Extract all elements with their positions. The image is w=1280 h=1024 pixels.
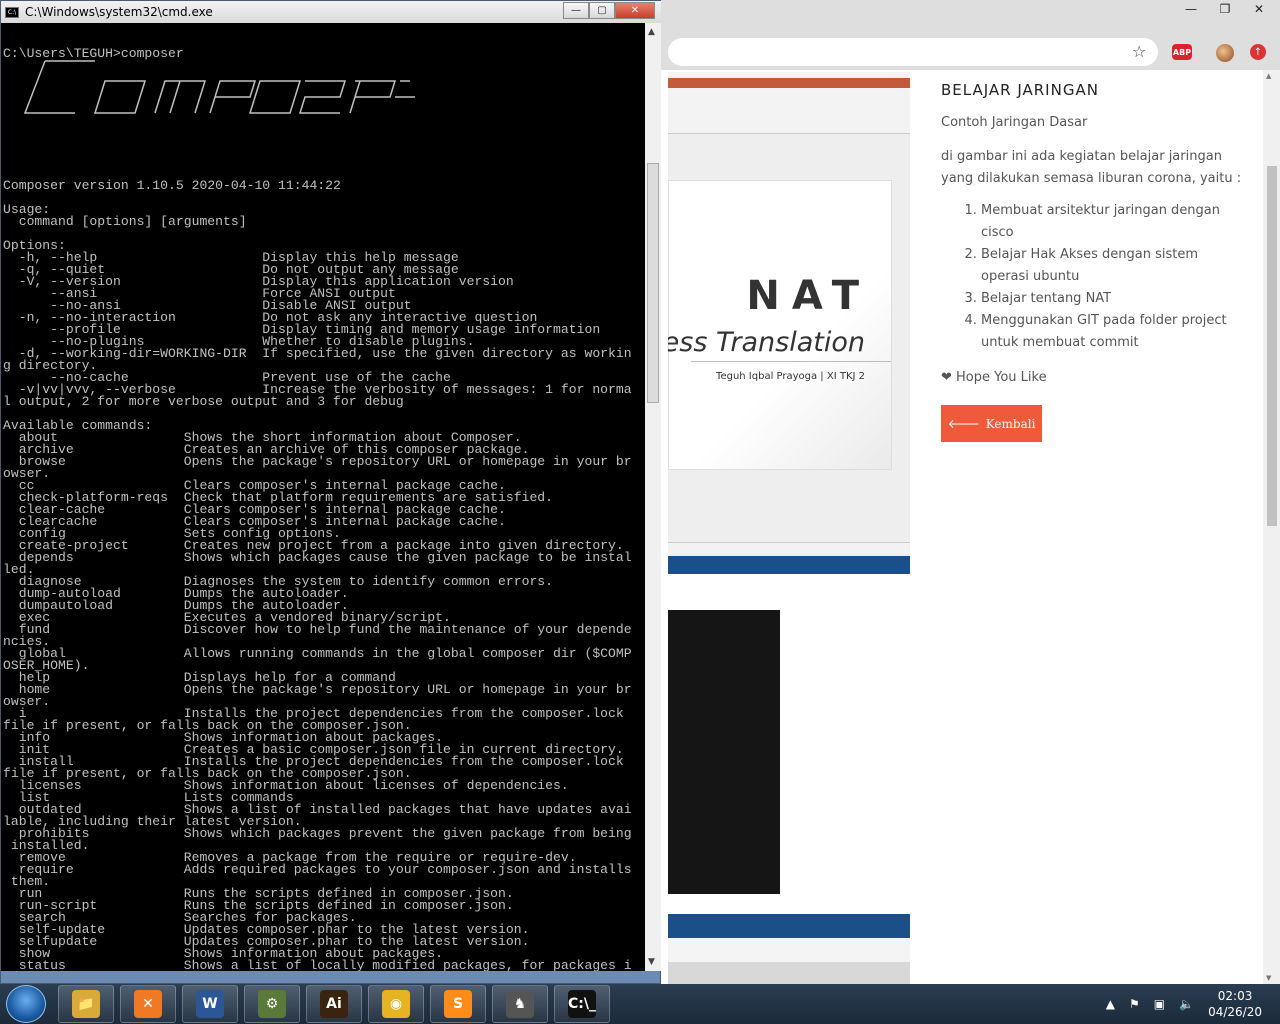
list-item: Belajar Hak Akses dengan sistem operasi …: [981, 244, 1246, 288]
scroll-thumb[interactable]: [1267, 166, 1277, 526]
scroll-thumb[interactable]: [647, 163, 659, 403]
network-icon[interactable]: ▣: [1154, 997, 1165, 1011]
post-title: BELAJAR JARINGAN: [941, 81, 1099, 99]
console-line: l output, 2 for more verbose output and …: [3, 394, 404, 409]
console-output: C:\Users\TEGUH>composer Composer version…: [3, 24, 632, 971]
taskbar-chrome[interactable]: ◉: [368, 985, 424, 1023]
slide-divider: [691, 361, 891, 362]
back-button[interactable]: 🡐 Kembali: [941, 405, 1042, 442]
console-line: command [options] [arguments]: [3, 214, 247, 229]
console-line: Composer version 1.10.5 2020-04-10 11:44…: [3, 178, 341, 193]
ppt-ribbon: [668, 72, 910, 134]
chess-icon: ♞: [506, 990, 534, 1018]
post-subtitle: Contoh Jaringan Dasar: [941, 115, 1088, 130]
hope-text: ❤ Hope You Like: [941, 370, 1047, 385]
maximize-button[interactable]: ❐: [1208, 0, 1242, 18]
minimize-button[interactable]: —: [1174, 0, 1208, 18]
console-line: browse Opens the package's repository UR…: [3, 454, 632, 469]
minimize-button[interactable]: —: [563, 2, 589, 19]
networking-tool-icon: ⚙: [258, 990, 286, 1018]
action-center-icon[interactable]: ⚑: [1129, 997, 1140, 1011]
close-button[interactable]: ✕: [1242, 0, 1276, 18]
console-line: -d, --working-dir=WORKING-DIR If specifi…: [3, 346, 632, 361]
ppt-bottom-taskbar: [668, 914, 910, 938]
file-explorer-icon: 📁: [72, 990, 100, 1018]
cmd-scrollbar[interactable]: ▲ ▼: [645, 23, 661, 971]
clock-time: 02:03: [1217, 989, 1253, 1003]
profile-avatar-icon[interactable]: [1216, 44, 1234, 62]
word-icon: W: [196, 990, 224, 1018]
scroll-up-icon[interactable]: ▲: [1266, 72, 1271, 80]
browser-window-controls: — ❐ ✕: [1174, 0, 1276, 18]
taskbar-file-explorer[interactable]: 📁: [58, 985, 114, 1023]
system-tray: ▲ ⚑ ▣ 🔈 02:03 04/26/20: [1106, 984, 1280, 1024]
update-icon[interactable]: ↑: [1250, 44, 1266, 60]
blog-image-screenshot: NAT ress Translation Teguh Iqbal Prayoga…: [668, 72, 910, 984]
cmd-titlebar[interactable]: C:\ C:\Windows\system32\cmd.exe — ▢ ✕: [1, 1, 661, 23]
ppt-bottom-strip: [668, 962, 910, 984]
ppt-taskbar: [668, 556, 910, 574]
cmd-window: C:\ C:\Windows\system32\cmd.exe — ▢ ✕ C:…: [0, 0, 661, 984]
ppt-title-strip: [668, 78, 910, 88]
taskbar-networking-tool[interactable]: ⚙: [244, 985, 300, 1023]
slide-title: NAT: [746, 273, 871, 319]
adblock-extension-icon[interactable]: ABP: [1172, 44, 1192, 60]
list-item: Belajar tentang NAT: [981, 288, 1246, 310]
ppt-statusbar: [668, 542, 910, 554]
tray-arrow-icon[interactable]: ▲: [1106, 997, 1115, 1011]
scroll-down-icon[interactable]: ▼: [648, 957, 655, 967]
slide-author: Teguh Iqbal Prayoga | XI TKJ 2: [716, 371, 865, 382]
start-button[interactable]: [6, 985, 46, 1023]
close-button[interactable]: ✕: [615, 2, 655, 19]
console-line: prohibits Shows which packages prevent t…: [3, 826, 632, 841]
slide-subtitle: ress Translation: [668, 327, 865, 358]
cmd-title: C:\Windows\system32\cmd.exe: [25, 5, 213, 19]
cmd-icon: C:\_: [568, 990, 596, 1018]
ppt-slide: NAT ress Translation Teguh Iqbal Prayoga…: [668, 180, 892, 470]
post-list: Membuat arsitektur jaringan dengan cisco…: [941, 200, 1246, 354]
console-line: depends Shows which packages cause the g…: [3, 550, 632, 565]
taskbar-illustrator[interactable]: Ai: [306, 985, 362, 1023]
xampp-icon: ✕: [134, 990, 162, 1018]
list-item: Menggunakan GIT pada folder project untu…: [981, 310, 1246, 354]
clock[interactable]: 02:03 04/26/20: [1208, 988, 1262, 1020]
volume-icon[interactable]: 🔈: [1179, 997, 1194, 1011]
console-line: home Opens the package's repository URL …: [3, 682, 632, 697]
scroll-down-icon[interactable]: ▼: [1266, 974, 1271, 982]
sublime-text-icon: S: [444, 990, 472, 1018]
composer-ascii-logo: [23, 60, 415, 114]
taskbar-word[interactable]: W: [182, 985, 238, 1023]
taskbar-sublime-text[interactable]: S: [430, 985, 486, 1023]
taskbar-xampp[interactable]: ✕: [120, 985, 176, 1023]
post-text: di gambar ini ada kegiatan belajar jarin…: [941, 149, 1242, 186]
cmd-window-controls: — ▢ ✕: [563, 2, 655, 19]
taskbar: 📁 ✕ W ⚙ Ai ◉ S ♞ C:\_ ▲ ⚑ ▣ 🔈 02:03 04/26/20: [0, 984, 1280, 1024]
blog-post: BELAJAR JARINGAN Contoh Jaringan Dasar d…: [941, 78, 1246, 442]
ppt-terminal-window: [668, 610, 780, 894]
cmd-console[interactable]: C:\Users\TEGUH>composer Composer version…: [1, 23, 645, 971]
console-lines: Composer version 1.10.5 2020-04-10 11:44…: [3, 178, 632, 971]
address-bar[interactable]: [668, 38, 1158, 66]
taskbar-cmd[interactable]: C:\_: [554, 985, 610, 1023]
list-item: Membuat arsitektur jaringan dengan cisco: [981, 200, 1246, 244]
console-line: require Adds required packages to your c…: [3, 862, 632, 877]
maximize-button[interactable]: ▢: [589, 2, 615, 19]
taskbar-chess[interactable]: ♞: [492, 985, 548, 1023]
console-line: fund Discover how to help fund the maint…: [3, 622, 632, 637]
scroll-up-icon[interactable]: ▲: [648, 27, 655, 37]
back-button-label: Kembali: [985, 416, 1036, 431]
clock-date: 04/26/20: [1208, 1005, 1262, 1019]
illustrator-icon: Ai: [320, 990, 348, 1018]
browser-scrollbar[interactable]: ▲ ▼: [1263, 70, 1280, 984]
cmd-icon: C:\: [5, 6, 19, 18]
arrow-left-icon: 🡐: [947, 417, 980, 431]
console-line: global Allows running commands in the gl…: [3, 646, 632, 661]
chrome-icon: ◉: [382, 990, 410, 1018]
bookmark-star-icon[interactable]: ☆: [1132, 42, 1146, 61]
